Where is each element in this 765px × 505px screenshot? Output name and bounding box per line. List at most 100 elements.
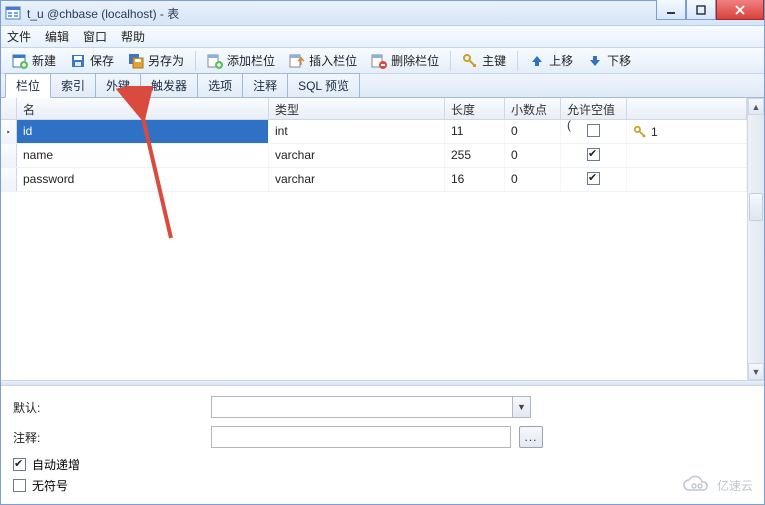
scroll-thumb[interactable]: [749, 193, 763, 221]
cell-name[interactable]: password: [17, 168, 269, 191]
cell-length[interactable]: 255: [445, 144, 505, 167]
close-button[interactable]: [716, 0, 764, 20]
row-handle: [1, 144, 17, 167]
menu-help[interactable]: 帮助: [121, 28, 145, 45]
grid-header-name[interactable]: 名: [17, 98, 269, 119]
tab-indexes[interactable]: 索引: [50, 73, 96, 97]
cell-key[interactable]: 1: [627, 120, 747, 143]
new-button[interactable]: 新建: [7, 49, 61, 72]
primarykey-label: 主键: [482, 52, 506, 69]
cell-allownull[interactable]: [561, 168, 627, 191]
key-icon: [462, 53, 478, 69]
field-properties: 默认: ▼ 注释: ... 自动递增 无符号: [1, 386, 764, 504]
cell-length[interactable]: 11: [445, 120, 505, 143]
menu-file[interactable]: 文件: [7, 28, 31, 45]
scroll-down-button[interactable]: ▼: [748, 363, 764, 380]
tab-triggers[interactable]: 触发器: [140, 73, 198, 97]
menu-window[interactable]: 窗口: [83, 28, 107, 45]
window-title: t_u @chbase (localhost) - 表: [27, 5, 179, 22]
minimize-button[interactable]: [656, 0, 686, 20]
moveup-button[interactable]: 上移: [524, 49, 578, 72]
unsigned-label: 无符号: [32, 477, 68, 494]
allownull-checkbox[interactable]: [587, 148, 600, 161]
table-row[interactable]: passwordvarchar160: [1, 168, 747, 192]
cell-allownull[interactable]: [561, 144, 627, 167]
movedown-label: 下移: [607, 52, 631, 69]
default-label: 默认:: [13, 399, 203, 416]
tab-fields[interactable]: 栏位: [5, 73, 51, 98]
toolbar: 新建 保存 另存为 添加栏位 插入栏位 删除栏位 主键: [1, 48, 764, 75]
insert-column-icon: [289, 53, 305, 69]
tab-foreignkeys[interactable]: 外键: [95, 73, 141, 97]
primarykey-button[interactable]: 主键: [457, 49, 511, 72]
default-combo[interactable]: ▼: [211, 396, 531, 418]
unsigned-checkbox[interactable]: [13, 479, 26, 492]
scroll-up-button[interactable]: ▲: [748, 98, 764, 115]
chevron-down-icon[interactable]: ▼: [512, 397, 530, 417]
vertical-scrollbar[interactable]: ▲ ▼: [747, 98, 764, 380]
grid-header-type[interactable]: 类型: [269, 98, 445, 119]
table-row[interactable]: idint110 1: [1, 120, 747, 144]
cell-decimals[interactable]: 0: [505, 120, 561, 143]
insertcol-button[interactable]: 插入栏位: [284, 49, 362, 72]
tab-comment[interactable]: 注释: [242, 73, 288, 97]
app-window: t_u @chbase (localhost) - 表 文件 编辑 窗口 帮助 …: [0, 0, 765, 505]
comment-more-button[interactable]: ...: [519, 426, 543, 448]
scroll-track[interactable]: [748, 115, 764, 363]
comment-input[interactable]: [211, 426, 511, 448]
delete-column-icon: [371, 53, 387, 69]
fields-grid-wrap: 名 类型 长度 小数点 允许空值 ( idint1101namevarchar2…: [1, 98, 764, 380]
grid-header: 名 类型 长度 小数点 允许空值 (: [1, 98, 747, 120]
table-row[interactable]: namevarchar2550: [1, 144, 747, 168]
fields-grid[interactable]: 名 类型 长度 小数点 允许空值 ( idint1101namevarchar2…: [1, 98, 747, 380]
cell-decimals[interactable]: 0: [505, 144, 561, 167]
tabstrip: 栏位 索引 外键 触发器 选项 注释 SQL 预览: [1, 74, 764, 98]
save-icon: [70, 53, 86, 69]
comment-label: 注释:: [13, 429, 203, 446]
separator: [195, 51, 196, 71]
arrow-up-icon: [529, 53, 545, 69]
grid-header-length[interactable]: 长度: [445, 98, 505, 119]
delcol-label: 删除栏位: [391, 52, 439, 69]
saveas-button[interactable]: 另存为: [123, 49, 189, 72]
moveup-label: 上移: [549, 52, 573, 69]
movedown-button[interactable]: 下移: [582, 49, 636, 72]
arrow-down-icon: [587, 53, 603, 69]
add-column-icon: [207, 53, 223, 69]
allownull-checkbox[interactable]: [587, 172, 600, 185]
grid-header-key[interactable]: [627, 98, 747, 119]
delcol-button[interactable]: 删除栏位: [366, 49, 444, 72]
maximize-button[interactable]: [686, 0, 716, 20]
cell-type[interactable]: varchar: [269, 144, 445, 167]
separator: [517, 51, 518, 71]
key-icon: [633, 125, 647, 139]
row-handle: [1, 120, 17, 143]
cell-length[interactable]: 16: [445, 168, 505, 191]
menubar: 文件 编辑 窗口 帮助: [1, 26, 764, 48]
grid-header-decimals[interactable]: 小数点: [505, 98, 561, 119]
save-button[interactable]: 保存: [65, 49, 119, 72]
cloud-icon: [681, 475, 711, 495]
menu-edit[interactable]: 编辑: [45, 28, 69, 45]
insertcol-label: 插入栏位: [309, 52, 357, 69]
new-label: 新建: [32, 52, 56, 69]
cell-key[interactable]: [627, 168, 747, 191]
tab-sqlpreview[interactable]: SQL 预览: [287, 73, 360, 97]
cell-key[interactable]: [627, 144, 747, 167]
grid-header-allownull[interactable]: 允许空值 (: [561, 98, 627, 119]
cell-decimals[interactable]: 0: [505, 168, 561, 191]
cell-type[interactable]: varchar: [269, 168, 445, 191]
allownull-checkbox[interactable]: [587, 124, 600, 137]
autoincrement-checkbox[interactable]: [13, 458, 26, 471]
cell-name[interactable]: id: [17, 120, 269, 143]
addcol-button[interactable]: 添加栏位: [202, 49, 280, 72]
cell-name[interactable]: name: [17, 144, 269, 167]
grid-header-handle: [1, 98, 17, 119]
separator: [450, 51, 451, 71]
cell-allownull[interactable]: [561, 120, 627, 143]
cell-type[interactable]: int: [269, 120, 445, 143]
window-controls: [656, 0, 764, 20]
addcol-label: 添加栏位: [227, 52, 275, 69]
tab-options[interactable]: 选项: [197, 73, 243, 97]
save-label: 保存: [90, 52, 114, 69]
